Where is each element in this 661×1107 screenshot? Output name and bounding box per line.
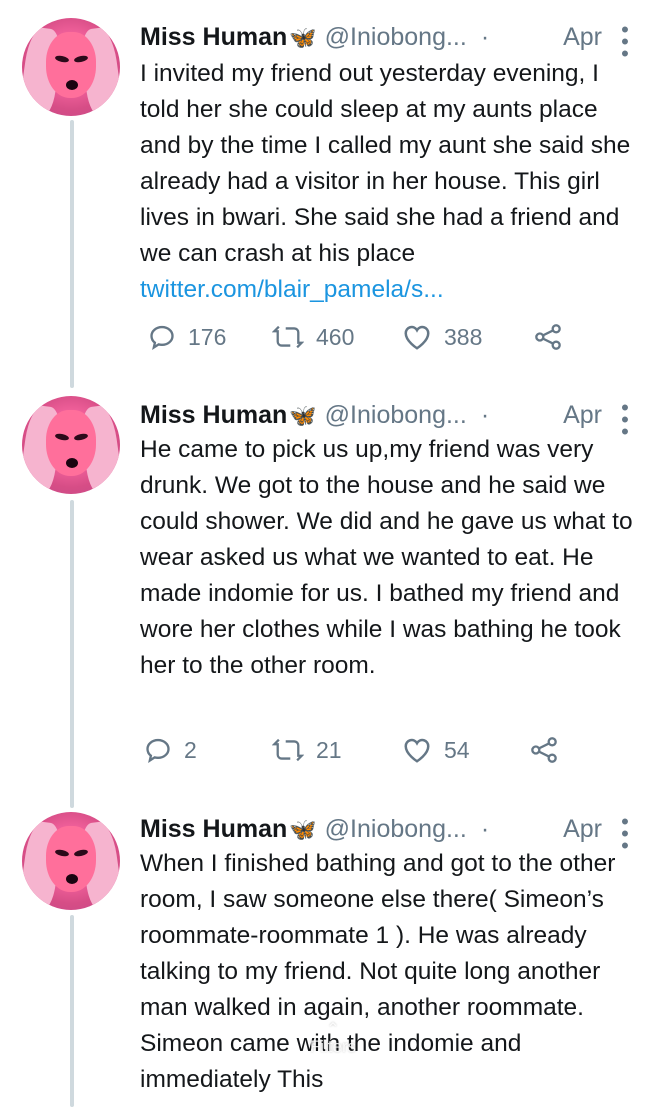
tweet-link[interactable]: twitter.com/blair_pamela/s... — [140, 276, 444, 303]
avatar[interactable] — [22, 812, 120, 910]
retweet-count: 460 — [316, 323, 355, 350]
tweet-date[interactable]: Apr — [563, 398, 602, 432]
like-count: 54 — [444, 736, 470, 763]
share-icon — [535, 324, 561, 350]
user-handle[interactable]: @Iniobong... — [325, 815, 467, 843]
separator-dot: · — [480, 23, 490, 51]
reply-button[interactable]: 2 — [144, 736, 197, 764]
tweet-header: Miss Human🦋 @Iniobong... · Apr • • • — [140, 811, 640, 857]
tweet[interactable]: Miss Human🦋 @Iniobong... · Apr • • • He came… — [0, 396, 661, 796]
tweet-header: Miss Human🦋 @Iniobong... · Apr • • • — [140, 397, 640, 443]
display-name[interactable]: Miss Human — [140, 401, 287, 429]
share-icon — [531, 737, 557, 763]
heart-icon — [404, 738, 430, 763]
separator-dot: · — [480, 815, 490, 843]
filters-overlay[interactable]: ⌃ Filters — [297, 1021, 369, 1065]
user-handle[interactable]: @Iniobong... — [325, 23, 467, 51]
tweet-text: When I finished bathing and got to the o… — [140, 850, 616, 1093]
share-button[interactable] — [534, 323, 562, 351]
avatar[interactable] — [22, 396, 120, 494]
tweet-text: I invited my friend out yesterday evenin… — [140, 60, 631, 303]
heart-icon — [404, 325, 430, 350]
retweet-button[interactable]: 21 — [272, 736, 342, 764]
reply-count: 2 — [184, 736, 197, 763]
tweet-header: Miss Human🦋 @Iniobong... · Apr • • • — [140, 19, 640, 65]
avatar[interactable] — [22, 18, 120, 116]
like-count: 388 — [444, 323, 483, 350]
more-vertical-icon[interactable]: • • • — [620, 18, 630, 65]
retweet-count: 21 — [316, 736, 342, 763]
tweet-actions: 176 460 388 — [140, 323, 640, 355]
user-handle[interactable]: @Iniobong... — [325, 401, 467, 429]
reply-count: 176 — [188, 323, 227, 350]
like-button[interactable]: 388 — [402, 323, 482, 351]
reply-button[interactable]: 176 — [148, 323, 226, 351]
butterfly-emoji: 🦋 — [289, 25, 317, 50]
filters-label: Filters — [309, 1037, 357, 1056]
tweet-text: He came to pick us up,my friend was very… — [140, 436, 633, 679]
display-name[interactable]: Miss Human — [140, 23, 287, 51]
tweet-actions: 2 21 54 — [140, 736, 640, 768]
butterfly-emoji: 🦋 — [289, 403, 317, 428]
retweet-icon — [272, 738, 304, 762]
retweet-icon — [272, 325, 304, 349]
like-button[interactable]: 54 — [402, 736, 470, 764]
chevron-up-icon: ⌃ — [326, 1021, 340, 1038]
tweet[interactable]: Miss Human🦋 @Iniobong... · Apr • • • I invit… — [0, 18, 661, 378]
reply-icon — [150, 325, 174, 351]
share-button[interactable] — [530, 736, 558, 764]
tweet-date[interactable]: Apr — [563, 812, 602, 846]
display-name[interactable]: Miss Human — [140, 815, 287, 843]
tweet-date[interactable]: Apr — [563, 20, 602, 54]
reply-icon — [146, 738, 170, 764]
butterfly-emoji: 🦋 — [289, 817, 317, 842]
retweet-button[interactable]: 460 — [272, 323, 354, 351]
separator-dot: · — [480, 401, 490, 429]
